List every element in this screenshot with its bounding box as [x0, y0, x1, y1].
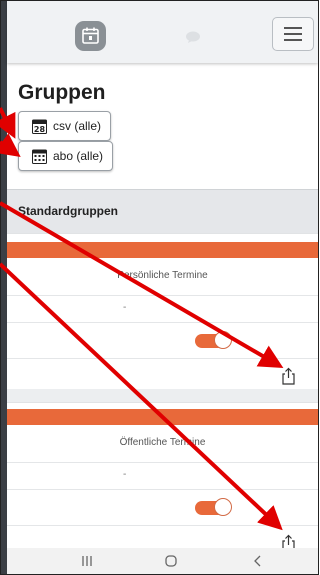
- group-toggle-row: [7, 323, 318, 359]
- group-card: Persönliche Termine -: [7, 233, 318, 392]
- app-screen: Gruppen 28 csv (alle) abo (alle) Standar…: [0, 0, 319, 575]
- calendar-icon[interactable]: [75, 21, 106, 51]
- abo-button-label: abo (alle): [53, 149, 104, 163]
- csv-button-label: csv (alle): [53, 119, 102, 133]
- csv-export-button[interactable]: 28 csv (alle): [18, 111, 111, 141]
- card-header-bar: [7, 409, 318, 425]
- top-navbar: [7, 1, 318, 63]
- calendar-grid-icon: [32, 149, 47, 164]
- hamburger-menu-icon[interactable]: [272, 17, 314, 51]
- home-icon[interactable]: [164, 554, 178, 568]
- recent-apps-icon[interactable]: [80, 554, 94, 568]
- abo-subscribe-button[interactable]: abo (alle): [18, 141, 113, 171]
- back-icon[interactable]: [251, 554, 265, 568]
- share-icon[interactable]: [281, 367, 296, 385]
- chat-bubble-icon[interactable]: [185, 31, 201, 43]
- group-name: Öffentliche Termine: [119, 437, 206, 448]
- group-card: Öffentliche Termine -: [7, 402, 318, 556]
- group-enabled-toggle[interactable]: [195, 498, 232, 516]
- group-enabled-toggle[interactable]: [195, 331, 232, 349]
- group-toggle-row: [7, 490, 318, 526]
- group-name: Persönliche Termine: [117, 270, 208, 281]
- page-title: Gruppen: [18, 81, 106, 104]
- group-description: -: [123, 469, 127, 480]
- card-header-bar: [7, 242, 318, 258]
- group-description-row: -: [7, 296, 318, 323]
- group-description: -: [123, 302, 127, 313]
- section-title: Standardgruppen: [18, 204, 119, 218]
- group-name-row: Öffentliche Termine: [7, 425, 318, 463]
- group-description-row: -: [7, 463, 318, 490]
- group-name-row: Persönliche Termine: [7, 258, 318, 296]
- svg-text:28: 28: [34, 125, 46, 134]
- calendar-day-icon: 28: [32, 119, 47, 134]
- system-navigation-bar: [7, 548, 318, 574]
- section-header: Standardgruppen: [7, 189, 318, 234]
- group-share-row: [7, 359, 318, 392]
- card-separator: [7, 389, 318, 402]
